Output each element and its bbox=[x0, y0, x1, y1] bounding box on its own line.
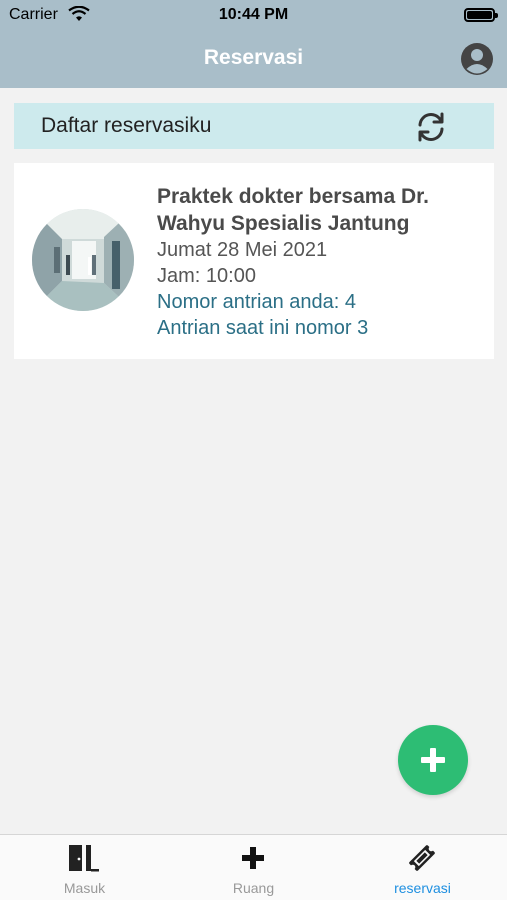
status-bar: Carrier 10:44 PM bbox=[0, 0, 507, 30]
reservation-card[interactable]: Praktek dokter bersama Dr. Wahyu Spesial… bbox=[14, 163, 494, 359]
reservation-details: Praktek dokter bersama Dr. Wahyu Spesial… bbox=[157, 183, 477, 341]
tab-reservasi[interactable]: reservasi bbox=[338, 835, 507, 900]
clock: 10:44 PM bbox=[218, 6, 289, 23]
reservation-title: Praktek dokter bersama Dr. Wahyu Spesial… bbox=[157, 185, 429, 235]
battery-icon bbox=[464, 8, 498, 22]
reservation-time: Jam: 10:00 bbox=[157, 265, 256, 287]
clinic-hallway-image bbox=[32, 209, 134, 311]
queue-number: Nomor antrian anda: 4 bbox=[157, 291, 357, 313]
tab-ruang[interactable]: Ruang bbox=[169, 835, 338, 900]
page-title: Reservasi bbox=[203, 46, 304, 69]
nav-bar: Reservasi bbox=[0, 30, 507, 88]
section-title: Daftar reservasiku bbox=[41, 114, 212, 137]
plus-icon bbox=[242, 847, 264, 869]
tab-label: reservasi bbox=[394, 880, 451, 896]
refresh-icon[interactable] bbox=[414, 111, 448, 143]
add-reservation-button[interactable] bbox=[398, 725, 468, 795]
reservation-list-header: Daftar reservasiku bbox=[14, 103, 494, 149]
user-circle-icon[interactable] bbox=[460, 42, 494, 76]
ticket-icon bbox=[409, 845, 435, 871]
door-icon bbox=[69, 845, 99, 872]
tab-label: Ruang bbox=[232, 880, 275, 896]
reservation-date: Jumat 28 Mei 2021 bbox=[157, 239, 328, 261]
current-queue: Antrian saat ini nomor 3 bbox=[157, 317, 369, 339]
tab-label: Masuk bbox=[63, 880, 106, 896]
tab-masuk[interactable]: Masuk bbox=[0, 835, 169, 900]
tab-bar: Masuk Ruang reservasi bbox=[0, 834, 507, 900]
